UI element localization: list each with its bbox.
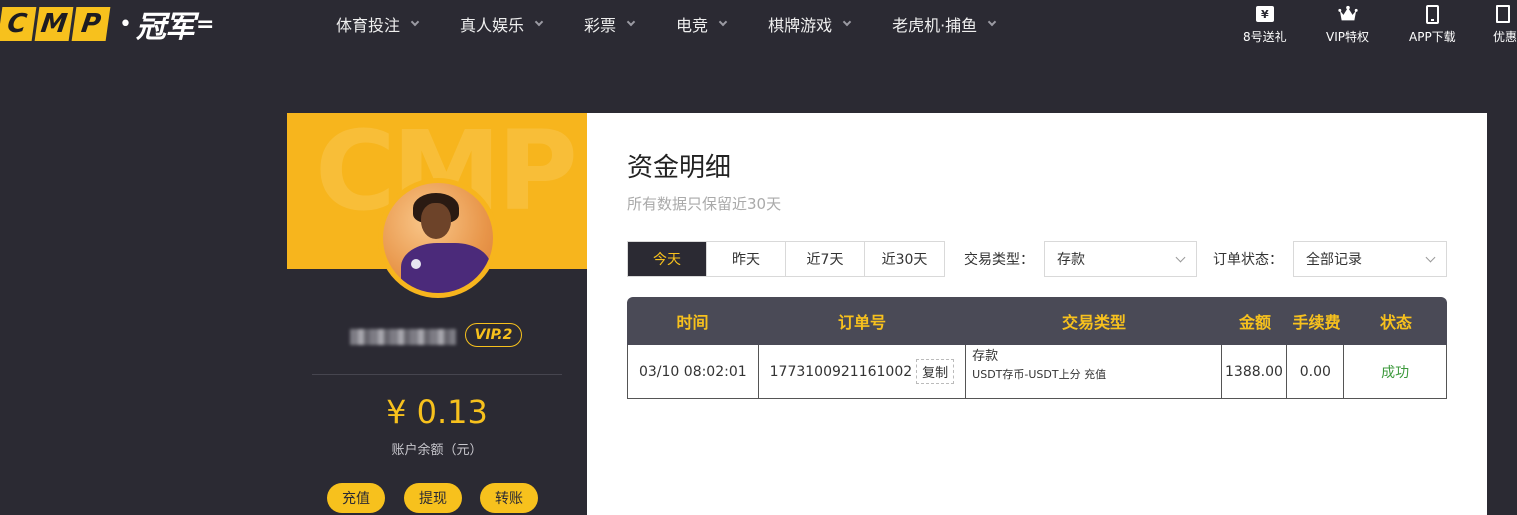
chevron-down-icon <box>842 17 852 26</box>
table-header: 时间 订单号 交易类型 金额 手续费 状态 <box>627 297 1447 345</box>
brand-logo[interactable]: C M P • 冠军 = <box>0 6 215 45</box>
cell-fee: 0.00 <box>1287 345 1345 398</box>
status-select[interactable]: 全部记录 <box>1293 241 1447 277</box>
avatar-image <box>383 183 493 293</box>
type-filter-label: 交易类型： <box>964 252 1034 268</box>
chevron-down-icon <box>1175 252 1186 263</box>
quick-link-label: 优惠 <box>1493 30 1517 44</box>
logo-dash: = <box>195 11 215 37</box>
col-header-order-no: 订单号 <box>837 313 886 332</box>
deposit-button[interactable]: 充值 <box>327 483 385 513</box>
page-title: 资金明细 <box>627 153 732 183</box>
quick-link-label: 8号送礼 <box>1243 30 1287 44</box>
type-select[interactable]: 存款 <box>1044 241 1197 277</box>
cell-type: 存款 USDT存币-USDT上分 充值 <box>966 345 1222 398</box>
nav-item-esports[interactable]: 电竞 <box>676 0 728 48</box>
username-blurred <box>350 329 456 345</box>
nav-item-live-casino[interactable]: 真人娱乐 <box>460 0 544 48</box>
col-header-amount: 金额 <box>1238 313 1271 332</box>
status-filter-label: 订单状态： <box>1213 252 1283 268</box>
copy-button[interactable]: 复制 <box>916 359 955 384</box>
logo-cn-name: 冠军 <box>135 10 195 45</box>
nav-item-slots-fishing[interactable]: 老虎机·捕鱼 <box>892 0 997 48</box>
order-number: 1773100921161002 <box>769 363 913 380</box>
document-icon <box>1496 5 1510 23</box>
main-nav: 体育投注 真人娱乐 彩票 电竞 棋牌游戏 老虎机·捕鱼 <box>336 0 1037 48</box>
chevron-down-icon <box>410 17 420 26</box>
range-today[interactable]: 今天 <box>628 242 707 276</box>
table-row: 03/10 08:02:01 1773100921161002 复制 存款 US… <box>627 345 1447 399</box>
range-30-days[interactable]: 近30天 <box>865 242 944 276</box>
chevron-down-icon <box>718 17 728 26</box>
fund-details-panel: 资金明细 所有数据只保留近30天 今天 昨天 近7天 近30天 交易类型： 存款… <box>587 113 1487 515</box>
quick-link-gift[interactable]: ¥ 8号送礼 <box>1243 4 1287 48</box>
logo-letter: M <box>34 7 74 41</box>
balance-amount: ¥ 0.13 <box>386 393 488 431</box>
chevron-down-icon <box>987 17 997 26</box>
quick-link-label: APP下载 <box>1409 30 1456 44</box>
quick-link-promo[interactable]: 优惠 <box>1493 4 1517 48</box>
divider <box>312 374 562 375</box>
range-yesterday[interactable]: 昨天 <box>707 242 786 276</box>
chevron-down-icon <box>1425 252 1436 263</box>
quick-link-label: VIP特权 <box>1326 30 1369 44</box>
nav-label: 体育投注 <box>336 16 401 35</box>
nav-label: 彩票 <box>584 16 617 35</box>
nav-label: 老虎机·捕鱼 <box>892 16 978 35</box>
type-select-value: 存款 <box>1057 252 1085 268</box>
avatar[interactable] <box>378 178 498 298</box>
cell-amount: 1388.00 <box>1222 345 1288 398</box>
col-header-time: 时间 <box>676 313 709 332</box>
chevron-down-icon <box>626 17 636 26</box>
phone-icon <box>1425 4 1439 24</box>
logo-dot: • <box>119 11 132 37</box>
page-subtitle: 所有数据只保留近30天 <box>627 195 782 213</box>
crown-icon <box>1337 5 1358 21</box>
type-detail: USDT存币-USDT上分 充值 <box>972 368 1107 381</box>
type-main: 存款 <box>972 349 999 364</box>
col-header-type: 交易类型 <box>1061 313 1126 332</box>
nav-label: 真人娱乐 <box>460 16 525 35</box>
status-select-value: 全部记录 <box>1306 252 1362 268</box>
quick-link-vip[interactable]: VIP特权 <box>1326 4 1369 48</box>
cell-order-no: 1773100921161002 复制 <box>759 345 967 398</box>
quick-link-app[interactable]: APP下载 <box>1409 4 1456 48</box>
cell-status: 成功 <box>1381 364 1410 381</box>
cell-time: 03/10 08:02:01 <box>628 345 759 398</box>
vip-badge: VIP.2 <box>465 323 522 347</box>
nav-label: 棋牌游戏 <box>768 16 833 35</box>
chevron-down-icon <box>534 17 544 26</box>
logo-letter: P <box>71 7 111 41</box>
col-header-status: 状态 <box>1379 313 1412 332</box>
transactions-table: 时间 订单号 交易类型 金额 手续费 状态 03/10 08:02:01 177… <box>627 297 1447 399</box>
profile-body <box>287 269 587 515</box>
transfer-button[interactable]: 转账 <box>480 483 538 513</box>
nav-label: 电竞 <box>676 16 709 35</box>
logo-letter: C <box>0 7 37 41</box>
nav-item-lottery[interactable]: 彩票 <box>584 0 636 48</box>
range-7-days[interactable]: 近7天 <box>786 242 865 276</box>
balance-label: 账户余额（元） <box>391 443 483 458</box>
col-header-fee: 手续费 <box>1292 313 1341 332</box>
nav-item-card-games[interactable]: 棋牌游戏 <box>768 0 852 48</box>
nav-item-sports[interactable]: 体育投注 <box>336 0 420 48</box>
withdraw-button[interactable]: 提现 <box>404 483 462 513</box>
gift-icon: ¥ <box>1255 6 1274 22</box>
top-bar: C M P • 冠军 = 体育投注 真人娱乐 彩票 电竞 棋牌游戏 老虎机·捕鱼… <box>0 0 1517 48</box>
date-range-tabs: 今天 昨天 近7天 近30天 <box>627 241 945 277</box>
profile-card: CMP VIP.2 ¥ 0.13 账户余额（元） 充值 提现 转账 <box>287 113 587 515</box>
